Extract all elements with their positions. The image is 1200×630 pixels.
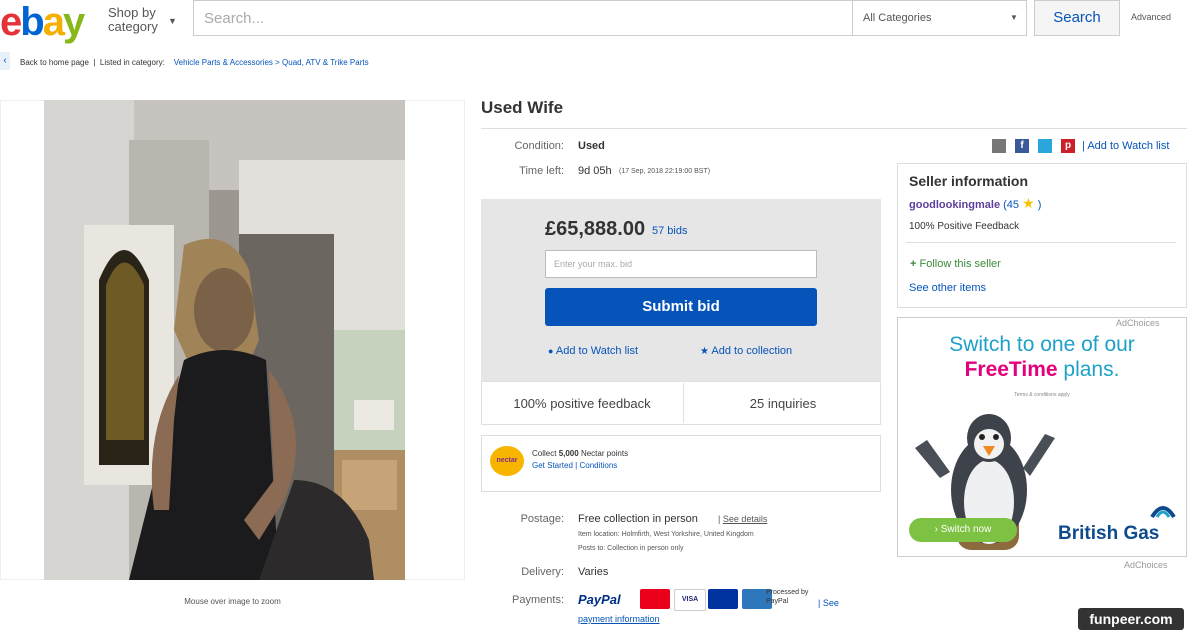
bid-count-link[interactable]: 57 bids: [652, 225, 687, 237]
twitter-icon[interactable]: [1038, 139, 1052, 153]
watch-list-label: Add to Watch list: [555, 345, 639, 357]
see-details-label: See details: [722, 514, 768, 524]
maestro-icon: [708, 589, 738, 609]
see-label: See: [822, 598, 839, 608]
seller-name-link[interactable]: goodlookingmale: [909, 199, 1000, 211]
zoom-hint: Mouse over image to zoom: [184, 597, 281, 606]
ad-headline-highlight: FreeTime: [964, 358, 1058, 381]
delivery-label: Delivery:: [521, 566, 564, 578]
category-chevron-icon: ▼: [1010, 13, 1018, 22]
shop-by-label: Shop by: [108, 5, 156, 20]
logo-letter-e: e: [0, 0, 22, 44]
breadcrumb: Back to home page | Listed in category: …: [20, 58, 369, 67]
paypal-logo: PayPal: [578, 592, 621, 607]
ad-headline-2: FreeTime plans.: [897, 358, 1187, 382]
logo-letter-b: b: [20, 0, 44, 44]
email-icon[interactable]: [992, 139, 1006, 153]
add-to-watch-list-link[interactable]: ● Add to Watch list: [548, 345, 638, 357]
breadcrumb-subcategory-link[interactable]: Quad, ATV & Trike Parts: [282, 58, 369, 67]
listing-photo-svg: [44, 100, 405, 580]
title-divider: [481, 128, 1187, 129]
mastercard-icon: [640, 589, 670, 609]
star-icon: ★: [700, 346, 709, 357]
flame-svg: [1150, 506, 1176, 519]
add-to-collection-link[interactable]: ★ Add to collection: [700, 345, 792, 357]
payment-information-link[interactable]: payment information: [578, 614, 660, 624]
breadcrumb-category-link[interactable]: Vehicle Parts & Accessories: [174, 58, 273, 67]
ad-fine-print: Terms & conditions apply: [1014, 392, 1070, 398]
condition-value: Used: [578, 140, 605, 152]
postage-value: Free collection in person: [578, 513, 698, 525]
payments-label: Payments:: [512, 594, 564, 606]
seller-score-close: ): [1037, 199, 1042, 211]
seller-heading: Seller information: [909, 173, 1029, 189]
british-gas-logo-text: British Gas: [1058, 523, 1160, 544]
postage-label: Postage:: [520, 513, 564, 525]
time-left-date: (17 Sep, 2018 22:19:00 BST): [619, 168, 711, 175]
chevron-down-icon: ▼: [168, 16, 177, 26]
nectar-points: 5,000: [558, 449, 579, 458]
adchoices-bottom-link[interactable]: AdChoices: [1124, 560, 1168, 570]
top-watch-list-link[interactable]: | Add to Watch list: [1082, 140, 1169, 152]
condition-label: Condition:: [514, 140, 564, 152]
shop-by-category-button[interactable]: Shop by category: [108, 6, 158, 34]
breadcrumb-separator: >: [275, 58, 280, 67]
ad-headline-rest: plans.: [1057, 358, 1120, 381]
category-label: category: [108, 19, 158, 34]
switch-now-button[interactable]: › Switch now: [909, 518, 1017, 542]
follow-seller-link[interactable]: + Follow this seller: [910, 258, 1001, 270]
nectar-link-separator: |: [575, 461, 578, 470]
processed-by-paypal: Processed by PayPal: [766, 589, 809, 605]
time-left-value: 9d 05h: [578, 165, 612, 177]
nectar-conditions-link[interactable]: Conditions: [579, 461, 617, 470]
visa-icon: VISA: [674, 589, 706, 611]
listing-title: Used Wife: [481, 98, 564, 117]
see-payment-link[interactable]: | See: [818, 598, 839, 608]
adchoices-top-link[interactable]: AdChoices: [1116, 318, 1160, 328]
inquiries-stat: 25 inquiries: [749, 396, 817, 411]
feedback-star-icon: ★: [1022, 195, 1035, 211]
facebook-icon[interactable]: f: [1015, 139, 1029, 153]
eye-icon: ●: [548, 346, 554, 356]
category-select[interactable]: All Categories: [853, 0, 1027, 36]
seller-divider: [906, 242, 1176, 243]
pinterest-icon[interactable]: p: [1061, 139, 1075, 153]
seller-score-link[interactable]: (45: [1003, 199, 1019, 211]
nectar-links: Get Started | Conditions: [532, 461, 617, 470]
positive-feedback-stat: 100% positive feedback: [513, 396, 651, 411]
current-price: £65,888.00: [545, 218, 646, 240]
search-button[interactable]: Search: [1034, 0, 1120, 36]
advanced-search-link[interactable]: Advanced: [1131, 12, 1171, 22]
seller-positive-feedback: 100% Positive Feedback: [909, 221, 1020, 232]
nectar-collect-suffix: Nectar points: [580, 449, 629, 458]
delivery-value: Varies: [578, 566, 609, 578]
ad-headline-1: Switch to one of our: [949, 333, 1135, 356]
search-input[interactable]: Search...: [193, 0, 853, 36]
max-bid-input[interactable]: Enter your max. bid: [545, 250, 817, 278]
nectar-collect-prefix: Collect: [532, 449, 557, 458]
time-left-label: Time left:: [519, 165, 564, 177]
nectar-logo: nectar: [490, 446, 524, 476]
top-watch-list-label: Add to Watch list: [1087, 140, 1170, 152]
watermark: funpeer.com: [1078, 608, 1184, 630]
posts-to: Posts to: Collection in person only: [578, 545, 684, 552]
postage-details-link[interactable]: | See details: [718, 514, 767, 524]
listing-photo[interactable]: [44, 100, 405, 580]
item-location: Item location: Holmfirth, West Yorkshire…: [578, 531, 754, 538]
logo-letter-y: y: [62, 0, 85, 44]
back-arrow-icon[interactable]: ‹: [0, 52, 10, 70]
nectar-get-started-link[interactable]: Get Started: [532, 461, 573, 470]
seller-name-row: goodlookingmale (45 ★ ): [909, 195, 1041, 212]
follow-seller-label: Follow this seller: [919, 258, 1001, 270]
see-other-items-link[interactable]: See other items: [909, 282, 986, 294]
nectar-collect-text: Collect 5,000 Nectar points: [532, 449, 628, 458]
ebay-logo[interactable]: ebay: [0, 0, 85, 44]
submit-bid-button[interactable]: Submit bid: [545, 288, 817, 326]
back-to-home-link[interactable]: Back to home page: [20, 58, 89, 67]
listed-in-label: Listed in category:: [99, 58, 165, 67]
plus-icon: +: [910, 258, 917, 270]
logo-letter-a: a: [42, 0, 65, 44]
collection-label: Add to collection: [711, 345, 793, 357]
